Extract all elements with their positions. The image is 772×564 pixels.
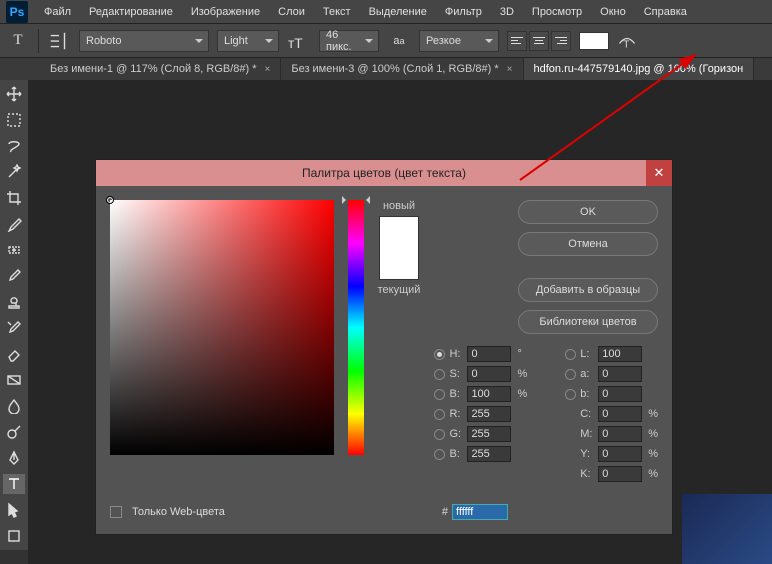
- close-icon[interactable]: ×: [265, 64, 271, 75]
- menu-select[interactable]: Выделение: [361, 4, 435, 20]
- history-brush-tool-icon[interactable]: [3, 318, 25, 338]
- menu-image[interactable]: Изображение: [183, 4, 268, 20]
- text-orientation-icon[interactable]: [47, 29, 71, 53]
- align-right-button[interactable]: [551, 31, 571, 51]
- color-compare[interactable]: [379, 216, 419, 280]
- menu-bar: Ps Файл Редактирование Изображение Слои …: [0, 0, 772, 24]
- antialias-icon: aa: [387, 29, 411, 53]
- blur-tool-icon[interactable]: [3, 396, 25, 416]
- antialias-dropdown[interactable]: Резкое: [419, 30, 499, 52]
- saturation-value-field[interactable]: [110, 200, 334, 455]
- move-tool-icon[interactable]: [3, 84, 25, 104]
- radio-l[interactable]: [565, 349, 576, 360]
- stamp-tool-icon[interactable]: [3, 292, 25, 312]
- input-g[interactable]: [467, 426, 511, 442]
- eyedropper-tool-icon[interactable]: [3, 214, 25, 234]
- document-tab[interactable]: hdfon.ru-447579140.jpg @ 100% (Горизон: [524, 58, 755, 80]
- radio-b2[interactable]: [565, 389, 576, 400]
- document-preview: [682, 494, 772, 564]
- color-libraries-button[interactable]: Библиотеки цветов: [518, 310, 658, 334]
- input-l[interactable]: [598, 346, 642, 362]
- input-b2[interactable]: [598, 386, 642, 402]
- close-button[interactable]: ✕: [646, 160, 672, 186]
- type-tool-icon[interactable]: [3, 474, 25, 494]
- dialog-title[interactable]: Палитра цветов (цвет текста) ✕: [96, 160, 672, 186]
- eraser-tool-icon[interactable]: [3, 344, 25, 364]
- radio-s[interactable]: [434, 369, 445, 380]
- crop-tool-icon[interactable]: [3, 188, 25, 208]
- document-tab[interactable]: Без имени-1 @ 117% (Слой 8, RGB/8#) *×: [40, 58, 281, 80]
- shape-tool-icon[interactable]: [3, 526, 25, 546]
- menu-layers[interactable]: Слои: [270, 4, 313, 20]
- radio-h[interactable]: [434, 349, 445, 360]
- radio-g[interactable]: [434, 429, 445, 440]
- tools-panel: [0, 80, 28, 550]
- input-k[interactable]: [598, 466, 642, 482]
- radio-b3[interactable]: [434, 449, 445, 460]
- dialog-title-text: Палитра цветов (цвет текста): [302, 166, 466, 180]
- gradient-tool-icon[interactable]: [3, 370, 25, 390]
- web-only-checkbox[interactable]: [110, 506, 122, 518]
- hex-input[interactable]: [452, 504, 508, 520]
- radio-a[interactable]: [565, 369, 576, 380]
- ok-button[interactable]: OK: [518, 200, 658, 224]
- input-y[interactable]: [598, 446, 642, 462]
- current-color-label: текущий: [378, 284, 421, 296]
- web-only-label: Только Web-цвета: [132, 506, 225, 518]
- text-color-swatch[interactable]: [579, 32, 609, 50]
- input-h[interactable]: [467, 346, 511, 362]
- warp-text-icon[interactable]: T: [617, 31, 637, 51]
- input-s[interactable]: [467, 366, 511, 382]
- lasso-tool-icon[interactable]: [3, 136, 25, 156]
- font-size-icon: тТ: [287, 29, 311, 53]
- app-logo: Ps: [6, 1, 28, 23]
- menu-view[interactable]: Просмотр: [524, 4, 590, 20]
- options-bar: T Roboto Light тТ 46 пикс. aa Резкое T: [0, 24, 772, 58]
- document-tab[interactable]: Без имени-3 @ 100% (Слой 1, RGB/8#) *×: [281, 58, 523, 80]
- cancel-button[interactable]: Отмена: [518, 232, 658, 256]
- dodge-tool-icon[interactable]: [3, 422, 25, 442]
- svg-text:тТ: тТ: [288, 35, 303, 50]
- close-icon[interactable]: ×: [507, 64, 513, 75]
- radio-r[interactable]: [434, 409, 445, 420]
- align-center-button[interactable]: [529, 31, 549, 51]
- hash-label: #: [442, 506, 448, 518]
- path-select-tool-icon[interactable]: [3, 500, 25, 520]
- menu-filter[interactable]: Фильтр: [437, 4, 490, 20]
- menu-file[interactable]: Файл: [36, 4, 79, 20]
- input-c[interactable]: [598, 406, 642, 422]
- svg-text:T: T: [623, 39, 629, 50]
- hex-row: #: [442, 504, 508, 520]
- tool-preset-icon[interactable]: T: [6, 29, 30, 53]
- text-align-group: [507, 31, 571, 51]
- input-r[interactable]: [467, 406, 511, 422]
- menu-window[interactable]: Окно: [592, 4, 634, 20]
- menu-3d[interactable]: 3D: [492, 4, 522, 20]
- document-tabs: Без имени-1 @ 117% (Слой 8, RGB/8#) *× Б…: [0, 58, 772, 80]
- menu-text[interactable]: Текст: [315, 4, 359, 20]
- new-color-label: новый: [383, 200, 415, 212]
- pen-tool-icon[interactable]: [3, 448, 25, 468]
- font-size-dropdown[interactable]: 46 пикс.: [319, 30, 379, 52]
- menu-edit[interactable]: Редактирование: [81, 4, 181, 20]
- heal-tool-icon[interactable]: [3, 240, 25, 260]
- radio-b1[interactable]: [434, 389, 445, 400]
- font-family-dropdown[interactable]: Roboto: [79, 30, 209, 52]
- align-left-button[interactable]: [507, 31, 527, 51]
- input-a[interactable]: [598, 366, 642, 382]
- color-values-grid: H:° L: S:% a: B:% b: R: C:% G: M:% B: Y:…: [434, 346, 658, 482]
- hue-slider[interactable]: [348, 200, 364, 455]
- color-picker-dialog: Палитра цветов (цвет текста) ✕ новый тек…: [96, 160, 672, 534]
- sv-marker[interactable]: [106, 196, 114, 204]
- wand-tool-icon[interactable]: [3, 162, 25, 182]
- marquee-tool-icon[interactable]: [3, 110, 25, 130]
- brush-tool-icon[interactable]: [3, 266, 25, 286]
- menu-help[interactable]: Справка: [636, 4, 695, 20]
- input-m[interactable]: [598, 426, 642, 442]
- font-weight-dropdown[interactable]: Light: [217, 30, 279, 52]
- add-swatch-button[interactable]: Добавить в образцы: [518, 278, 658, 302]
- input-b1[interactable]: [467, 386, 511, 402]
- input-b3[interactable]: [467, 446, 511, 462]
